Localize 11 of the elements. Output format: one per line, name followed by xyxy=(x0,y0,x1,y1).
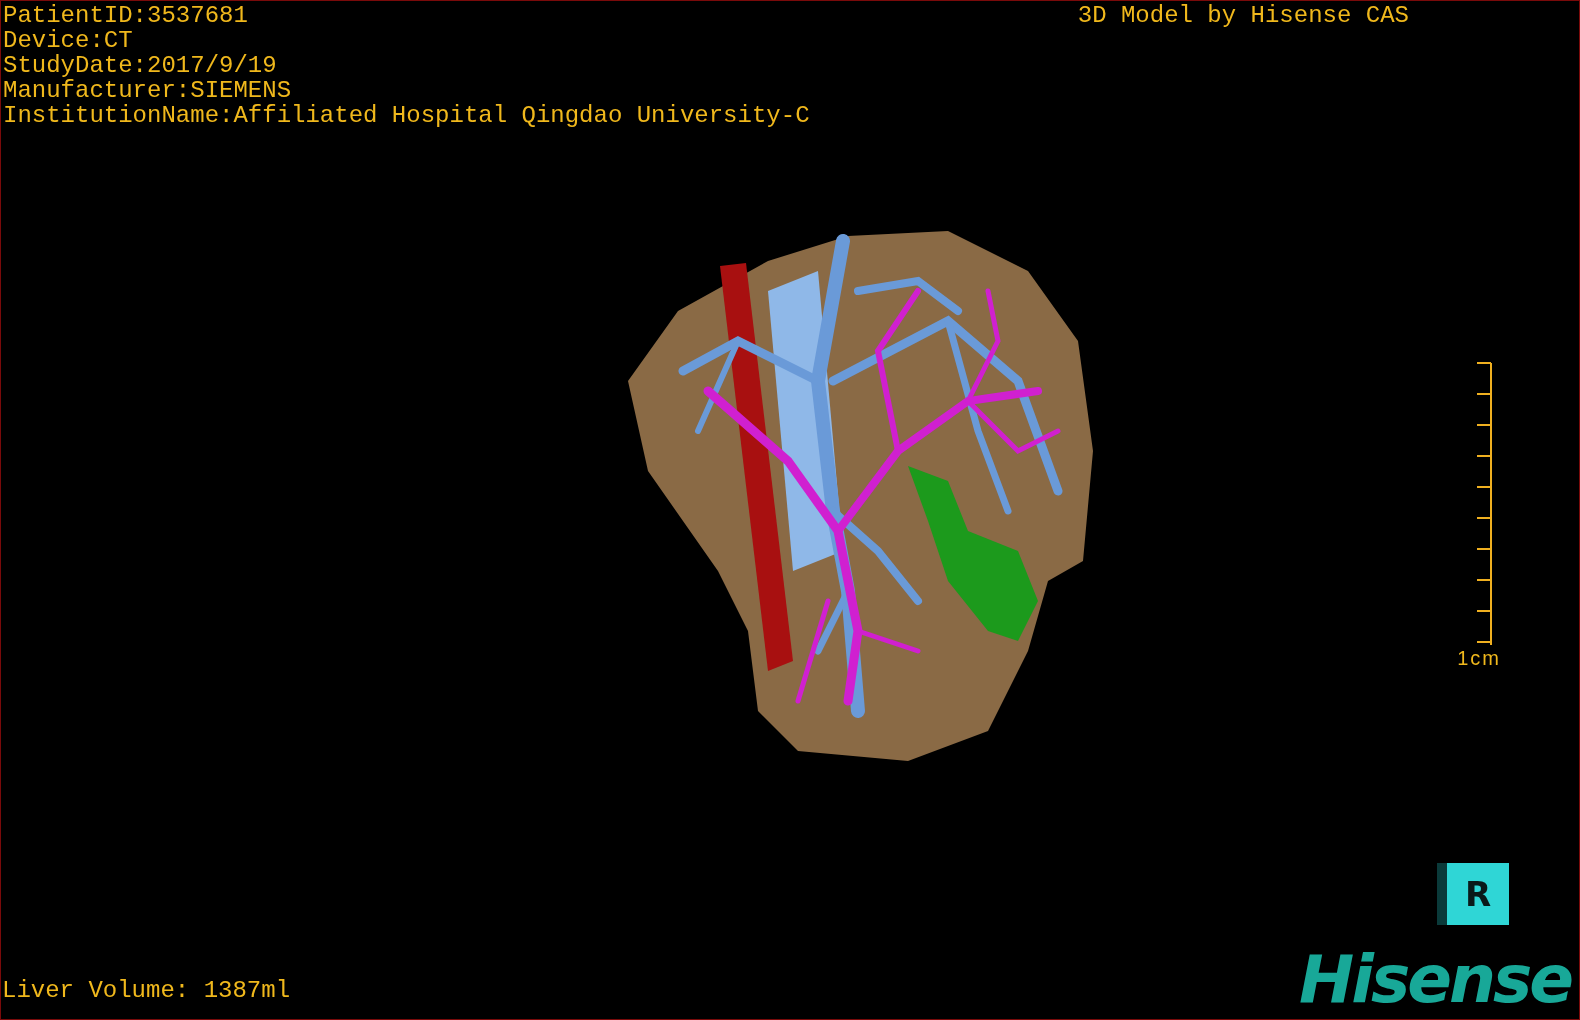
scale-bar-icon xyxy=(1475,361,1495,647)
brand-logo: Hisense xyxy=(1299,951,1571,1009)
patient-info-line: Manufacturer:SIEMENS xyxy=(3,78,293,103)
viewer-title: 3D Model by Hisense CAS xyxy=(1077,3,1409,31)
liver-volume-text: Liver Volume: 1387ml xyxy=(2,978,291,1003)
patient-info-line: StudyDate:2017/9/19 xyxy=(3,53,278,78)
patient-info-line: PatientID:3537681 xyxy=(3,3,249,28)
patient-info-line: Device:CT xyxy=(3,28,134,53)
orientation-cube[interactable]: R xyxy=(1437,863,1509,925)
scale-label: 1cm xyxy=(1457,647,1501,670)
patient-info-line: InstitutionName:Affiliated Hospital Qingdao University-C xyxy=(3,103,810,128)
